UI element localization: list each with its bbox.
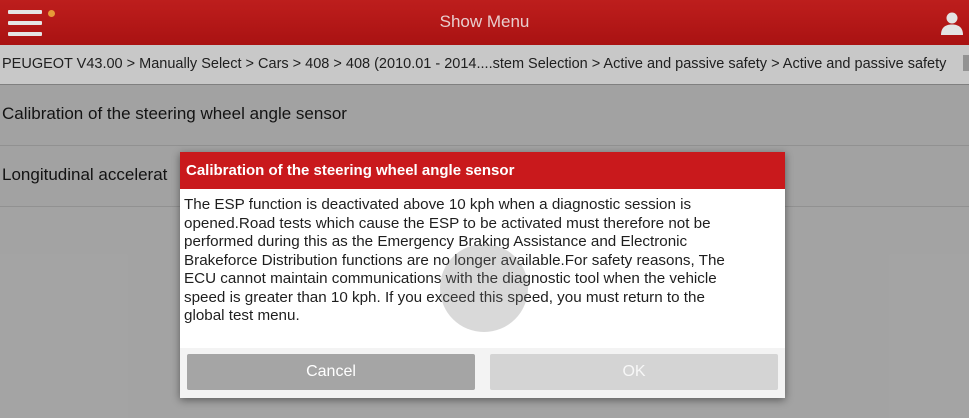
dialog-header: Calibration of the steering wheel angle …	[180, 152, 785, 189]
touch-indicator	[440, 244, 528, 332]
dialog-title: Calibration of the steering wheel angle …	[186, 162, 515, 179]
cancel-button[interactable]: Cancel	[187, 354, 475, 390]
ok-button[interactable]: OK	[490, 354, 778, 390]
dialog-message-line: The ESP function is deactivated above 10…	[184, 196, 692, 213]
modal-scrim-top	[0, 0, 969, 84]
dialog-message-line: opened.Road tests which cause the ESP to…	[184, 214, 711, 232]
dialog-footer: Cancel OK	[180, 348, 785, 398]
